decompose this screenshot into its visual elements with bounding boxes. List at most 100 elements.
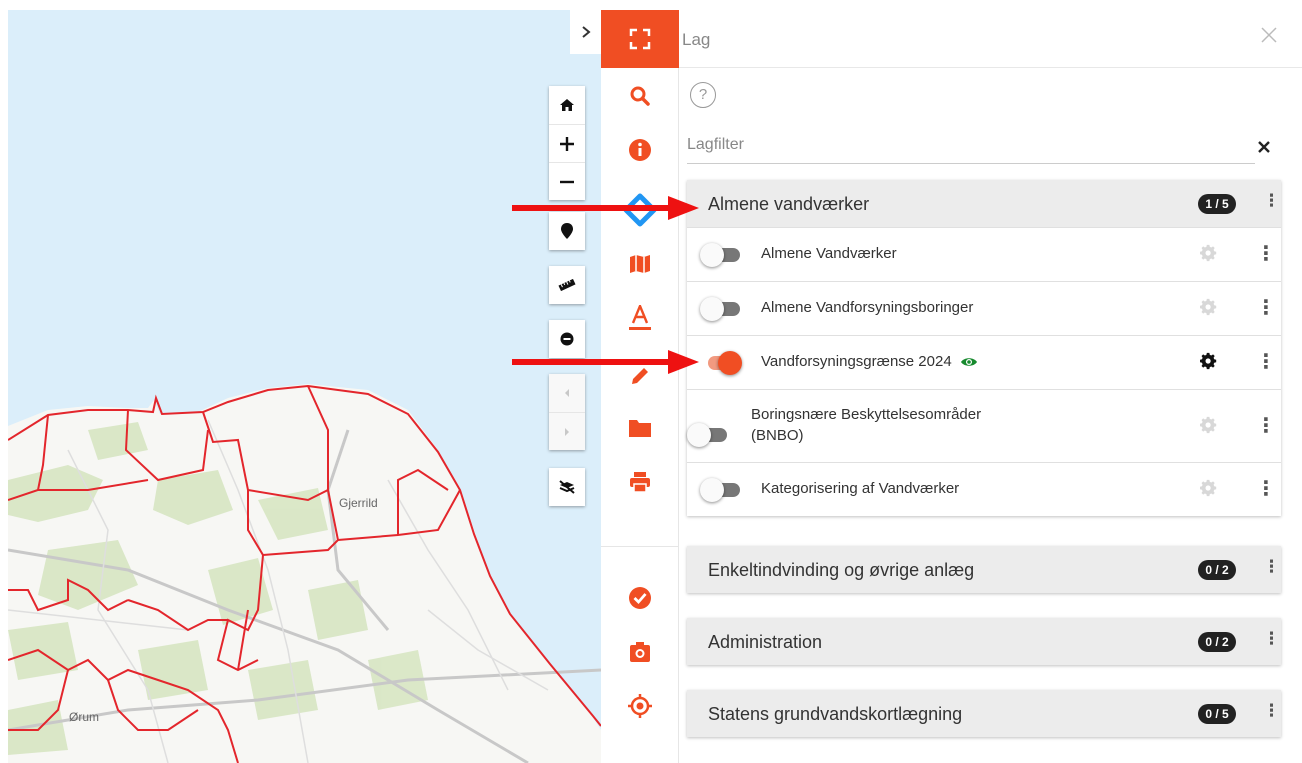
layer-settings-button[interactable] <box>1200 352 1218 375</box>
search-icon <box>630 86 650 106</box>
layer-name-line1: Boringsnære Beskyttelsesområder <box>751 406 982 423</box>
layer-row: Almene Vandværker ⋮ <box>687 227 1281 281</box>
history-forward-icon <box>565 427 569 436</box>
annotation-arrow-group <box>512 196 699 220</box>
layer-settings-button[interactable] <box>1200 244 1218 267</box>
history-back-button[interactable] <box>549 374 585 412</box>
sidebar-divider <box>601 546 679 547</box>
tool-sidebar <box>601 10 679 763</box>
minus-circle-icon <box>560 332 574 346</box>
group-count-badge: 0 / 2 <box>1198 560 1236 580</box>
group-header[interactable]: Almene vandværker 1 / 5 ⋮ <box>687 180 1281 227</box>
group-menu-button[interactable]: ⋮ <box>1263 191 1280 211</box>
layer-name-with-eye: Vandforsyningsgrænse 2024 <box>761 353 978 370</box>
group-header[interactable]: Enkeltindvinding og øvrige anlæg 0 / 2 ⋮ <box>687 546 1281 593</box>
zoom-in-icon <box>560 136 574 151</box>
camera-icon <box>630 642 650 662</box>
layer-name: Almene Vandforsyningsboringer <box>761 299 974 316</box>
group-menu-button[interactable]: ⋮ <box>1263 701 1280 721</box>
text-button[interactable] <box>601 298 679 338</box>
search-button[interactable] <box>601 76 679 116</box>
print-icon <box>630 472 650 493</box>
eye-icon <box>960 358 977 366</box>
zoom-in-button[interactable] <box>549 124 585 162</box>
locate-button[interactable] <box>601 686 679 726</box>
layer-menu-button[interactable]: ⋮ <box>1256 476 1276 501</box>
panel-close-button[interactable] <box>1261 22 1277 50</box>
layer-name: Boringsnære Beskyttelsesområder (BNBO) <box>751 404 1071 446</box>
group-header[interactable]: Statens grundvandskortlægning 0 / 5 ⋮ <box>687 690 1281 737</box>
layer-settings-button[interactable] <box>1200 479 1218 502</box>
help-icon[interactable]: ? <box>690 82 716 108</box>
chevron-right-icon <box>581 26 591 38</box>
layer-row-active: Vandforsyningsgrænse 2024 ⋮ <box>687 335 1281 389</box>
layer-name-line2: (BNBO) <box>751 427 804 444</box>
measure-button[interactable] <box>549 266 585 304</box>
group-header[interactable]: Administration 0 / 2 ⋮ <box>687 618 1281 665</box>
group-name: Almene vandværker <box>708 194 870 214</box>
group-name: Enkeltindvinding og øvrige anlæg <box>708 560 975 580</box>
layer-menu-button[interactable]: ⋮ <box>1256 241 1276 266</box>
layer-row: Almene Vandforsyningsboringer ⋮ <box>687 281 1281 335</box>
layer-toggle[interactable] <box>700 351 742 375</box>
print-button[interactable] <box>601 462 679 502</box>
close-icon <box>1261 27 1277 43</box>
layer-group-statens-grundvandskortlaegning: Statens grundvandskortlægning 0 / 5 ⋮ <box>687 690 1281 737</box>
history-back-icon <box>565 389 569 397</box>
group-count-badge: 1 / 5 <box>1198 194 1236 214</box>
group-menu-button[interactable]: ⋮ <box>1263 557 1280 577</box>
group-name: Administration <box>708 632 823 652</box>
group-menu-button[interactable]: ⋮ <box>1263 629 1280 649</box>
layer-menu-button[interactable]: ⋮ <box>1256 295 1276 320</box>
gear-icon <box>1200 352 1217 370</box>
collapse-panel-button[interactable] <box>570 10 601 54</box>
measure-tool <box>549 266 585 304</box>
map-canvas[interactable] <box>8 10 601 763</box>
layer-settings-button[interactable] <box>1200 416 1218 439</box>
layer-group-almene-vandvaerker: Almene vandværker 1 / 5 ⋮ Almene Vandvær… <box>687 180 1281 516</box>
info-button[interactable] <box>601 130 679 170</box>
check-button[interactable] <box>601 578 679 618</box>
text-icon <box>629 305 651 330</box>
location-target-icon <box>628 694 652 718</box>
layer-settings-button[interactable] <box>1200 298 1218 321</box>
history-controls <box>549 374 585 450</box>
panel-title: Lag <box>682 30 711 49</box>
layer-menu-button[interactable]: ⋮ <box>1256 349 1276 374</box>
layer-name: Almene Vandværker <box>761 245 897 262</box>
layer-panel: Lag ? Almene vandværker 1 / 5 ⋮ Almene V… <box>679 10 1302 763</box>
hide-layers-tool <box>549 468 585 506</box>
layer-toggle[interactable] <box>700 478 740 502</box>
basemap-button[interactable] <box>601 244 679 284</box>
ruler-icon <box>558 279 576 291</box>
fullscreen-icon <box>629 28 651 50</box>
layer-filter-input[interactable] <box>687 126 1255 164</box>
layer-name: Vandforsyningsgrænse 2024 <box>761 353 952 370</box>
layer-toggle[interactable] <box>700 297 740 321</box>
group-name: Statens grundvandskortlægning <box>708 704 963 724</box>
gear-icon <box>1200 298 1217 316</box>
layers-hidden-icon <box>559 480 575 494</box>
map-icon <box>630 255 650 273</box>
fullscreen-button[interactable] <box>601 10 679 68</box>
layer-toggle[interactable] <box>700 243 740 267</box>
place-label-orum: Ørum <box>69 710 99 724</box>
gear-icon <box>1200 244 1217 262</box>
map-view[interactable]: Gjerrild Ørum <box>8 10 601 763</box>
hide-layers-button[interactable] <box>549 468 585 506</box>
home-button[interactable] <box>549 86 585 124</box>
layer-row: Kategorisering af Vandværker ⋮ <box>687 462 1281 516</box>
check-icon <box>629 587 651 609</box>
layer-group-enkeltindvinding: Enkeltindvinding og øvrige anlæg 0 / 2 ⋮ <box>687 546 1281 593</box>
gear-icon <box>1200 479 1217 497</box>
layer-toggle[interactable] <box>687 423 727 447</box>
filter-clear-button[interactable] <box>1258 136 1270 159</box>
place-label-gjerrild: Gjerrild <box>339 496 378 510</box>
marker-icon <box>561 223 573 239</box>
panel-header: Lag <box>679 10 1302 68</box>
camera-button[interactable] <box>601 632 679 672</box>
clear-icon <box>1258 141 1270 153</box>
layer-menu-button[interactable]: ⋮ <box>1256 413 1276 438</box>
folder-button[interactable] <box>601 408 679 448</box>
history-forward-button[interactable] <box>549 412 585 450</box>
